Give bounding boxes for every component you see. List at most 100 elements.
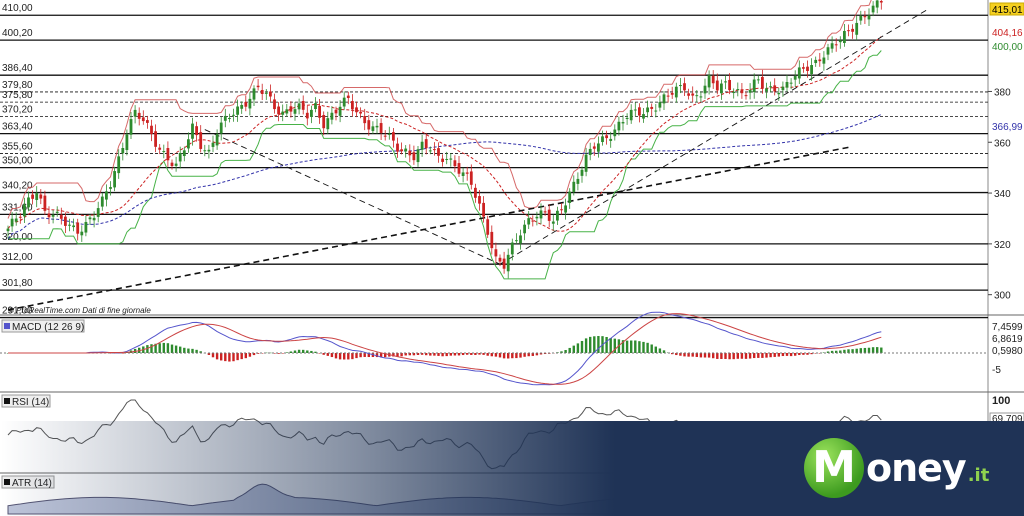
macd-histogram-bar [211, 353, 215, 358]
candle-body [400, 149, 403, 152]
candle-body [847, 30, 850, 32]
candle-body [486, 219, 490, 235]
macd-histogram-bar [687, 353, 690, 357]
candle-body [527, 218, 531, 225]
candle-body [756, 79, 760, 81]
candle-body [662, 94, 666, 104]
macd-histogram-bar [461, 353, 465, 356]
candle-body [502, 258, 506, 269]
candle-body [289, 106, 293, 112]
candle-body [601, 136, 604, 143]
macd-histogram-bar [642, 341, 645, 353]
candle-body [457, 163, 461, 174]
macd-histogram-bar [494, 353, 498, 357]
candle-body [814, 59, 818, 64]
macd-histogram-bar [400, 353, 403, 357]
candle-body [855, 22, 859, 35]
candle-body [564, 205, 567, 213]
candle-body [195, 126, 198, 136]
candle-body [297, 103, 301, 110]
candle-body [875, 0, 879, 8]
candle-body [310, 109, 313, 117]
candle-body [187, 139, 190, 149]
macd-histogram-bar [589, 336, 592, 353]
level-label: 312,00 [2, 252, 33, 263]
macd-histogram-bar [781, 353, 785, 357]
level-label: 301,80 [2, 278, 33, 289]
logo-ext: .it [967, 464, 990, 486]
candle-body [642, 114, 645, 119]
level-label: 355,60 [2, 141, 33, 152]
macd-histogram-bar [863, 347, 867, 353]
macd-histogram-bar [248, 353, 252, 357]
candle-body [867, 15, 871, 20]
candle-body [232, 114, 235, 116]
candle-body [162, 151, 166, 153]
candle-body [752, 79, 756, 93]
price-tick-label: 340 [994, 189, 1011, 200]
atr-title: ATR (14) [12, 478, 52, 489]
candle-body [433, 149, 436, 151]
candle-body [182, 150, 186, 157]
candle-body [810, 65, 813, 75]
logo-letter: M [804, 438, 864, 498]
candle-body [551, 221, 555, 224]
candle-body [396, 143, 399, 152]
level-label: 363,40 [2, 122, 33, 133]
candle-body [670, 92, 674, 95]
macd-value: 6,8619 [992, 334, 1023, 345]
macd-histogram-bar [625, 340, 629, 353]
level-label: 410,00 [2, 3, 33, 14]
macd-histogram-bar [515, 353, 518, 359]
level-label: 375,80 [2, 90, 33, 101]
macd-histogram-bar [740, 353, 744, 359]
macd-histogram-bar [338, 353, 342, 360]
candle-body [535, 216, 539, 219]
macd-histogram-bar [658, 348, 662, 353]
macd-histogram-bar [519, 353, 522, 358]
candle-body [625, 117, 629, 120]
macd-histogram-bar [634, 340, 637, 353]
candle-body [826, 47, 830, 55]
macd-histogram-bar [847, 349, 850, 353]
candle-body [683, 83, 686, 91]
atr-title-swatch [4, 479, 10, 485]
candle-body [715, 80, 719, 91]
candle-body [105, 191, 108, 200]
macd-histogram-bar [330, 353, 334, 358]
candle-body [35, 193, 39, 201]
rsi-value: 69,709 [992, 414, 1023, 425]
macd-histogram-bar [351, 353, 354, 360]
macd-histogram-bar [757, 353, 760, 358]
rsi-title: RSI (14) [12, 397, 49, 408]
level-label: 350,00 [2, 156, 33, 167]
candle-body [420, 141, 424, 150]
macd-histogram-bar [777, 353, 780, 357]
candle-body [392, 132, 395, 141]
macd-histogram-bar [498, 353, 502, 358]
candle-body [617, 121, 621, 131]
macd-histogram-bar [215, 353, 219, 360]
candle-body [474, 187, 477, 198]
candle-body [843, 30, 846, 44]
candle-body [785, 81, 789, 88]
candle-body [408, 150, 412, 156]
candle-body [691, 93, 695, 96]
candle-body [597, 143, 600, 152]
macd-histogram-bar [699, 353, 703, 358]
macd-histogram-bar [691, 353, 694, 357]
candle-body [109, 187, 112, 189]
candle-body [510, 242, 514, 255]
candle-body [305, 112, 309, 119]
candle-body [117, 156, 121, 174]
candle-body [248, 98, 252, 109]
macd-histogram-bar [880, 347, 883, 353]
macd-histogram-bar [507, 353, 510, 359]
candle-body [269, 91, 272, 97]
candle-body [215, 134, 219, 146]
candle-body [707, 75, 711, 88]
macd-histogram-bar [716, 353, 719, 359]
candle-body [260, 90, 264, 95]
candle-body [367, 120, 371, 130]
macd-histogram-bar [179, 346, 182, 353]
